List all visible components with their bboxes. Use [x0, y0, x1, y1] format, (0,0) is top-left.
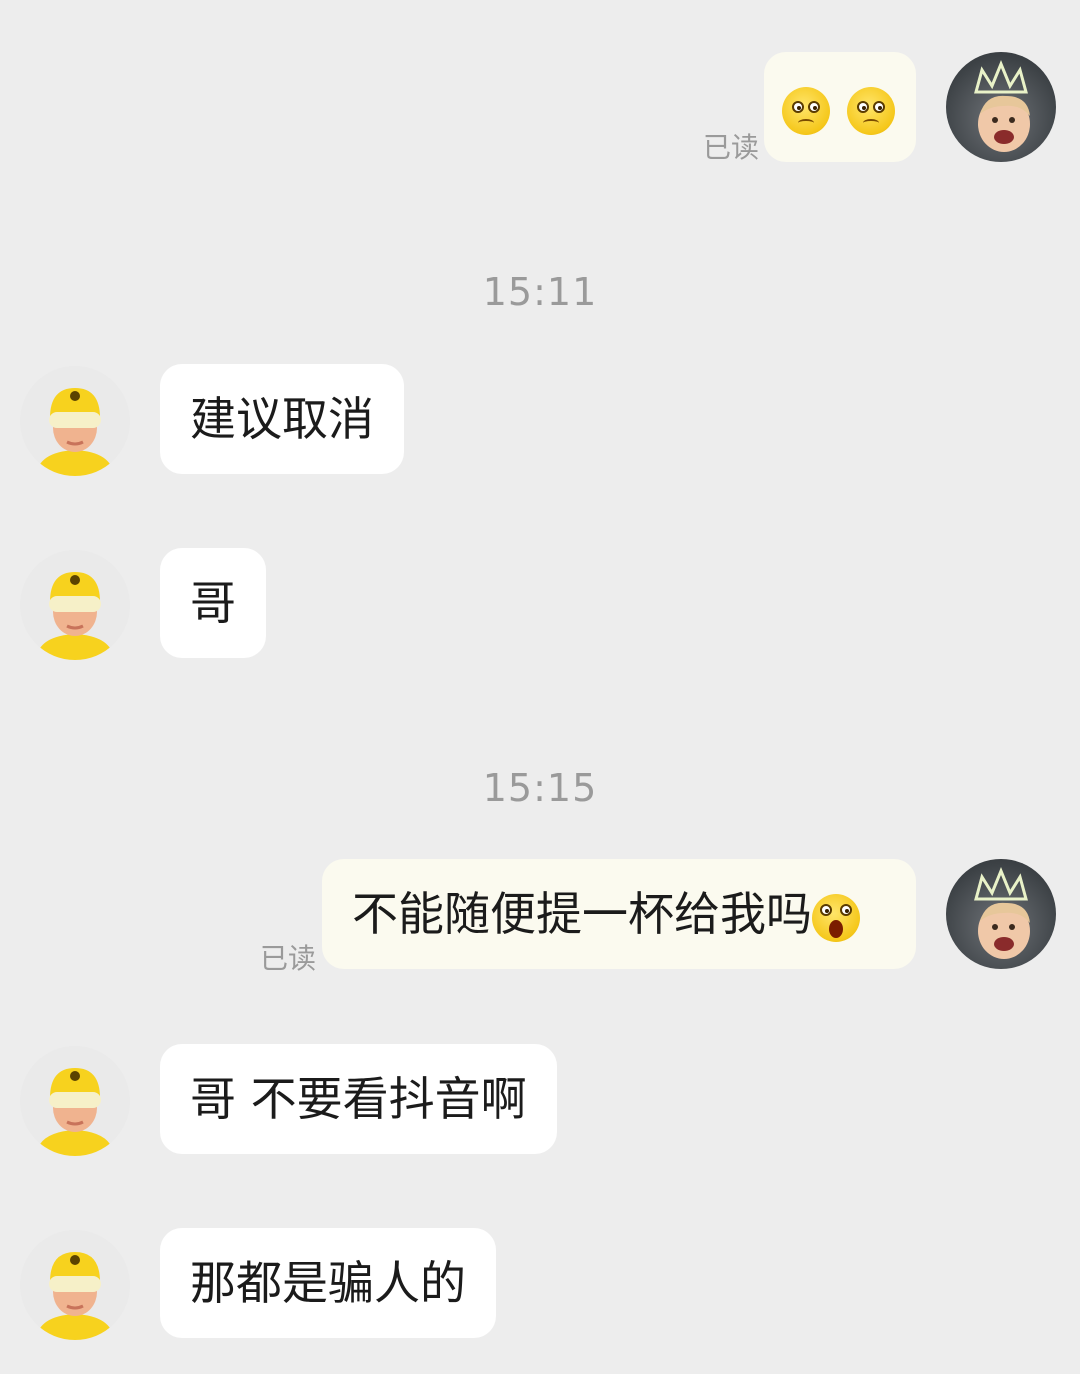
- message-bubble[interactable]: [764, 52, 916, 162]
- child-photo-icon: [974, 867, 1030, 959]
- message-row-self: 已读 不能随便提一杯给我吗: [0, 859, 1080, 975]
- message-bubble[interactable]: 不能随便提一杯给我吗: [322, 859, 916, 969]
- message-row-rider: 哥 不要看抖音啊: [0, 1044, 1080, 1156]
- self-avatar[interactable]: [946, 52, 1056, 162]
- message-row-rider: 建议取消: [0, 364, 1080, 476]
- message-row-rider: 那都是骗人的: [0, 1228, 1080, 1340]
- self-avatar[interactable]: [946, 859, 1056, 969]
- message-row-self: 已读: [0, 52, 1080, 164]
- message-bubble[interactable]: 那都是骗人的: [160, 1228, 496, 1338]
- chat-area: 已读 15:11 建议取消 哥 15:15 已读 不能随便提一杯给我吗 哥 不要…: [0, 0, 1080, 1374]
- delivery-rider-icon: [36, 1068, 114, 1156]
- delivery-rider-icon: [36, 1252, 114, 1340]
- rider-avatar[interactable]: [20, 1230, 130, 1340]
- timestamp: 15:15: [482, 766, 598, 810]
- worried-face-icon: [846, 86, 895, 135]
- message-row-rider: 哥: [0, 548, 1080, 660]
- read-status: 已读: [260, 942, 317, 975]
- message-bubble[interactable]: 哥 不要看抖音啊: [160, 1044, 557, 1154]
- screaming-face-icon: [812, 893, 860, 942]
- child-photo-icon: [974, 60, 1030, 152]
- message-text: 不能随便提一杯给我吗: [352, 887, 812, 941]
- rider-avatar[interactable]: [20, 1046, 130, 1156]
- rider-avatar[interactable]: [20, 550, 130, 660]
- message-bubble[interactable]: 建议取消: [160, 364, 404, 474]
- message-bubble[interactable]: 哥: [160, 548, 266, 658]
- worried-face-icon: [782, 86, 830, 135]
- timestamp: 15:11: [482, 270, 598, 314]
- delivery-rider-icon: [36, 388, 114, 476]
- read-status: 已读: [703, 131, 760, 164]
- rider-avatar[interactable]: [20, 366, 130, 476]
- delivery-rider-icon: [36, 572, 114, 660]
